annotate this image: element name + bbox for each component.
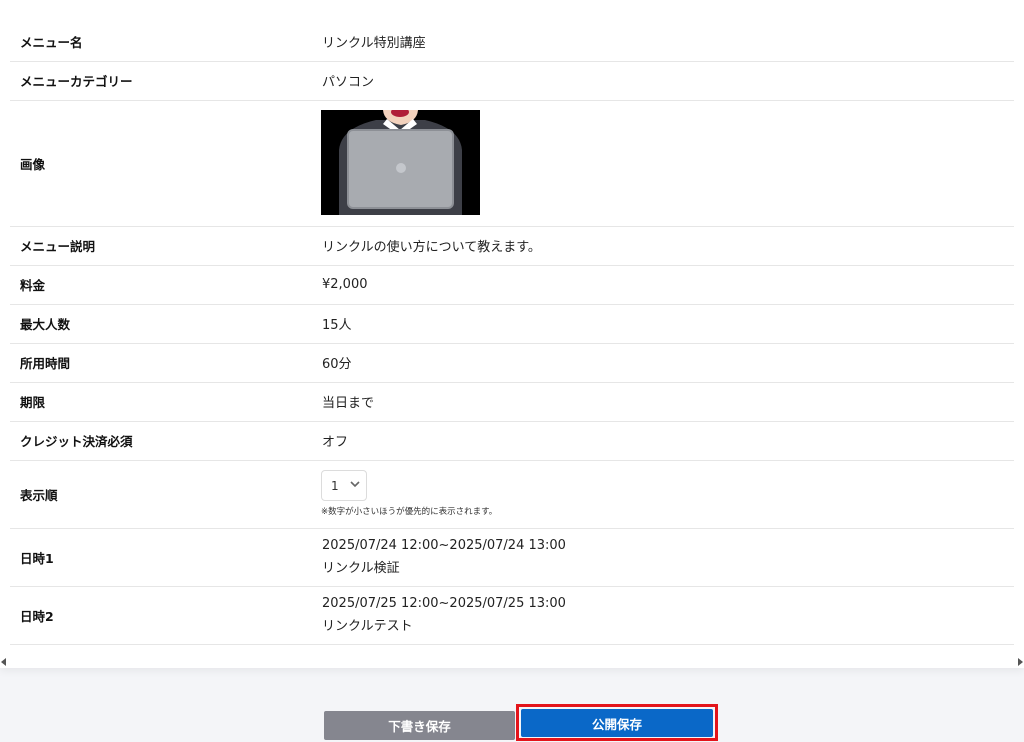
row-duration: 所用時間 60分 [10,343,1014,383]
row-datetime-1: 日時1 2025/07/24 12:00~2025/07/24 13:00 リン… [10,528,1014,587]
label-deadline: 期限 [20,395,46,410]
label-duration: 所用時間 [20,356,71,371]
label-price: 料金 [20,278,46,293]
datetime-2-name: リンクルテスト [322,619,413,634]
value-menu-name: リンクル特別講座 [322,36,426,51]
row-image: 画像 [10,100,1014,227]
row-credit-required: クレジット決済必須 オフ [10,421,1014,461]
display-order-select[interactable]: 1 [321,470,367,501]
datetime-1-range: 2025/07/24 12:00~2025/07/24 13:00 [322,538,566,553]
datetime-2-range: 2025/07/25 12:00~2025/07/25 13:00 [322,596,566,611]
value-credit-required: オフ [322,435,349,450]
display-order-selected-value: 1 [331,479,339,493]
row-deadline: 期限 当日まで [10,382,1014,422]
scroll-left-arrow-icon[interactable] [1,658,6,666]
value-menu-category: パソコン [322,75,375,90]
label-credit-required: クレジット決済必須 [20,434,133,449]
row-max-people: 最大人数 15人 [10,304,1014,344]
save-draft-button[interactable]: 下書き保存 [324,711,515,740]
value-duration: 60分 [322,357,352,372]
scroll-right-arrow-icon[interactable] [1018,658,1023,666]
publish-save-button[interactable]: 公開保存 [521,709,713,737]
label-image: 画像 [20,156,46,172]
menu-image [321,110,480,215]
value-datetime-2: 2025/07/25 12:00~2025/07/25 13:00 リンクルテス… [322,596,566,634]
display-order-note: ※数字が小さいほうが優先的に表示されます。 [321,507,498,517]
label-menu-description: メニュー説明 [20,239,96,254]
label-menu-category: メニューカテゴリー [20,74,133,89]
value-menu-description: リンクルの使い方について教えます。 [322,240,541,255]
value-datetime-1: 2025/07/24 12:00~2025/07/24 13:00 リンクル検証 [322,538,566,576]
value-deadline: 当日まで [322,396,375,411]
value-price: ¥2,000 [322,277,368,292]
label-max-people: 最大人数 [20,317,71,332]
person-with-laptop-illustration [321,110,480,215]
label-datetime-2: 日時2 [20,608,54,624]
menu-detail-card: メニュー名 リンクル特別講座 メニューカテゴリー パソコン 画像 メニュー説明 … [0,0,1024,668]
row-menu-category: メニューカテゴリー パソコン [10,61,1014,101]
datetime-1-name: リンクル検証 [322,561,400,576]
label-menu-name: メニュー名 [20,35,83,50]
value-max-people: 15人 [322,318,352,333]
row-menu-name: メニュー名 リンクル特別講座 [10,22,1014,62]
row-display-order: 表示順 1 ※数字が小さいほうが優先的に表示されます。 [10,460,1014,529]
row-price: 料金 ¥2,000 [10,265,1014,305]
row-datetime-2: 日時2 2025/07/25 12:00~2025/07/25 13:00 リン… [10,586,1014,645]
label-datetime-1: 日時1 [20,550,54,566]
label-display-order: 表示順 [20,487,58,503]
row-menu-description: メニュー説明 リンクルの使い方について教えます。 [10,226,1014,266]
chevron-down-icon [350,481,360,488]
